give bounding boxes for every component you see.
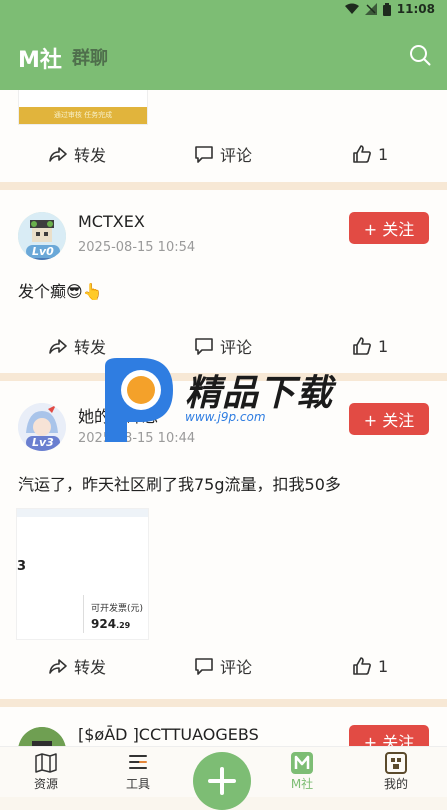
- post-card: [$øĀD ]CCTTUAOGEBS + 关注: [0, 707, 447, 746]
- follow-button[interactable]: + 关注: [349, 403, 429, 435]
- m-social-icon: [291, 752, 313, 774]
- share-icon: [49, 659, 67, 674]
- create-post-button[interactable]: [193, 752, 251, 810]
- image-divider: [83, 595, 84, 633]
- watermark-brand: 精品下载: [185, 373, 334, 414]
- search-icon[interactable]: [409, 44, 431, 66]
- tab-mine[interactable]: 我的: [366, 751, 426, 792]
- group-chat-tab[interactable]: 群聊: [72, 44, 108, 70]
- username[interactable]: [$øĀD ]CCTTUAOGEBS: [78, 725, 259, 744]
- like-button[interactable]: 1: [352, 134, 388, 174]
- post-time: 2025-08-15 10:54: [78, 240, 196, 255]
- profile-block-icon: [385, 752, 407, 774]
- image-amount: 924.29: [91, 617, 131, 631]
- post-image[interactable]: 3 可开发票(元) 924.29: [16, 508, 149, 640]
- image-label: 可开发票(元): [91, 604, 144, 614]
- status-time: 11:08: [396, 2, 435, 16]
- watermark-url: www.j9p.com: [185, 410, 266, 424]
- comment-icon: [195, 338, 213, 355]
- avatar[interactable]: Lv3: [18, 403, 66, 451]
- post-text[interactable]: 汽运了，昨天社区刷了我75g流量，扣我50多: [18, 471, 341, 495]
- post-actions: 转发 评论 1: [0, 134, 447, 174]
- like-button[interactable]: 1: [352, 326, 388, 366]
- thumbs-up-icon: [353, 657, 371, 675]
- comment-icon: [195, 146, 213, 163]
- status-bar: 11:08: [0, 0, 447, 20]
- comment-button[interactable]: 评论: [194, 646, 252, 686]
- post-card: Lv0 MCTXEX 2025-08-15 10:54 + 关注 发个癫😎👆 转…: [0, 190, 447, 373]
- tab-resources[interactable]: 资源: [16, 751, 76, 792]
- level-badge: Lv0: [26, 245, 60, 258]
- post-image[interactable]: 通过审核 任务完成: [18, 90, 148, 125]
- comment-button[interactable]: 评论: [194, 134, 252, 174]
- follow-button[interactable]: + 关注: [349, 212, 429, 244]
- map-icon: [35, 753, 57, 773]
- image-digit: 3: [17, 559, 27, 574]
- post-separator: [0, 699, 447, 707]
- post-card: 通过审核 任务完成 转发 评论 1: [0, 90, 447, 185]
- thumbs-up-icon: [353, 145, 371, 163]
- tab-msocial[interactable]: M社: [272, 751, 332, 792]
- signal-off-icon: [364, 3, 377, 15]
- like-button[interactable]: 1: [352, 646, 388, 686]
- follow-button[interactable]: + 关注: [349, 725, 429, 746]
- battery-icon: [382, 2, 391, 16]
- level-badge: Lv3: [26, 436, 60, 449]
- wifi-icon: [344, 3, 359, 14]
- comment-icon: [195, 658, 213, 675]
- avatar-image-icon: [18, 727, 66, 746]
- watermark-logo-icon: [105, 358, 173, 442]
- post-actions: 转发 评论 1: [0, 646, 447, 686]
- forward-button[interactable]: 转发: [48, 646, 106, 686]
- post-separator: [0, 182, 447, 190]
- tab-tools[interactable]: 工具: [108, 751, 168, 792]
- share-icon: [49, 147, 67, 162]
- thumbs-up-icon: [353, 337, 371, 355]
- avatar[interactable]: [18, 727, 66, 746]
- tools-icon: [129, 755, 147, 769]
- app-title: M社: [18, 48, 62, 73]
- username[interactable]: MCTXEX: [78, 212, 145, 231]
- share-icon: [49, 339, 67, 354]
- forward-button[interactable]: 转发: [48, 134, 106, 174]
- avatar[interactable]: Lv0: [18, 212, 66, 260]
- watermark: 精品下载 www.j9p.com: [97, 356, 357, 446]
- app-header: M社 群聊: [0, 20, 447, 90]
- plus-icon: [208, 767, 236, 795]
- image-top-strip: [17, 509, 148, 517]
- post-text[interactable]: 发个癫😎👆: [18, 278, 103, 302]
